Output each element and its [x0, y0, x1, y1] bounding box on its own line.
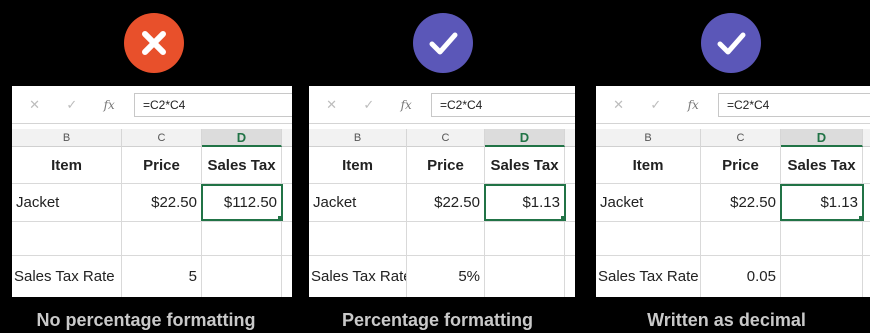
price-cell[interactable]: $22.50 — [122, 184, 202, 221]
header-item[interactable]: Item — [12, 147, 122, 183]
table-row-empty — [596, 222, 870, 256]
panel-caption: Written as decimal — [647, 310, 806, 330]
item-name-cell[interactable]: Jacket — [309, 184, 407, 221]
check-icon — [701, 13, 761, 73]
insert-function-icon[interactable]: fx — [104, 98, 115, 112]
comparison-panel-decimal: ✕ ✓ fx =C2*C4 B C D Item Price Sales Tax… — [583, 0, 870, 333]
column-header-b[interactable]: B — [309, 129, 407, 147]
column-header-b[interactable]: B — [12, 129, 122, 147]
table-row-headers: Item Price Sales Tax — [309, 147, 575, 184]
sales-tax-cell-selected[interactable]: $1.13 — [780, 184, 864, 221]
spreadsheet-window: ✕ ✓ fx =C2*C4 B C D Item Price Sales Tax… — [596, 86, 870, 297]
enter-icon[interactable]: ✓ — [363, 97, 374, 113]
column-header-c[interactable]: C — [407, 129, 485, 147]
empty-cell[interactable] — [781, 256, 863, 297]
empty-cell[interactable] — [781, 222, 863, 255]
table-row-empty — [12, 222, 292, 256]
empty-cell[interactable] — [12, 222, 122, 255]
tax-rate-value-cell[interactable]: 0.05 — [701, 256, 781, 297]
tax-rate-value-cell[interactable]: 5 — [122, 256, 202, 297]
table-row-headers: Item Price Sales Tax — [596, 147, 870, 184]
formula-bar: ✕ ✓ fx =C2*C4 — [596, 86, 870, 124]
sales-tax-cell-selected[interactable]: $1.13 — [484, 184, 566, 221]
tax-rate-label-cell[interactable]: Sales Tax Rate — [596, 256, 701, 297]
empty-cell[interactable] — [122, 222, 202, 255]
comparison-panel-no-formatting: ✕ ✓ fx =C2*C4 B C D Item Price Sales Tax… — [0, 0, 292, 333]
panel-caption: Percentage formatting — [341, 310, 534, 330]
cancel-icon[interactable]: ✕ — [326, 97, 337, 113]
table-row-item: Jacket $22.50 $1.13 — [596, 184, 870, 222]
item-name-cell[interactable]: Jacket — [596, 184, 701, 221]
enter-icon[interactable]: ✓ — [66, 97, 77, 113]
column-header-b[interactable]: B — [596, 129, 701, 147]
column-header-d[interactable]: D — [781, 129, 863, 147]
column-headers: B C D — [309, 129, 575, 147]
insert-function-icon[interactable]: fx — [688, 98, 699, 112]
check-icon — [413, 13, 473, 73]
empty-cell[interactable] — [309, 222, 407, 255]
header-sales-tax[interactable]: Sales Tax — [202, 147, 282, 183]
column-header-c[interactable]: C — [122, 129, 202, 147]
column-headers: B C D — [12, 129, 292, 147]
table-row-tax-rate: Sales Tax Rate 0.05 — [596, 256, 870, 297]
spreadsheet-window: ✕ ✓ fx =C2*C4 B C D Item Price Sales Tax… — [309, 86, 575, 297]
column-headers: B C D — [596, 129, 870, 147]
header-sales-tax[interactable]: Sales Tax — [485, 147, 565, 183]
formula-input[interactable]: =C2*C4 — [134, 93, 292, 117]
price-cell[interactable]: $22.50 — [407, 184, 485, 221]
x-icon — [124, 13, 184, 73]
comparison-panel-percentage: ✕ ✓ fx =C2*C4 B C D Item Price Sales Tax… — [292, 0, 583, 333]
tax-rate-value-cell[interactable]: 5% — [407, 256, 485, 297]
table-row-empty — [309, 222, 575, 256]
empty-cell[interactable] — [485, 222, 565, 255]
table-row-item: Jacket $22.50 $112.50 — [12, 184, 292, 222]
column-header-d[interactable]: D — [202, 129, 282, 147]
header-item[interactable]: Item — [596, 147, 701, 183]
header-price[interactable]: Price — [407, 147, 485, 183]
cancel-icon[interactable]: ✕ — [613, 97, 624, 113]
formula-input[interactable]: =C2*C4 — [431, 93, 575, 117]
header-price[interactable]: Price — [701, 147, 781, 183]
empty-cell[interactable] — [701, 222, 781, 255]
column-header-d[interactable]: D — [485, 129, 565, 147]
header-item[interactable]: Item — [309, 147, 407, 183]
formula-bar: ✕ ✓ fx =C2*C4 — [12, 86, 292, 124]
enter-icon[interactable]: ✓ — [650, 97, 661, 113]
spreadsheet-window: ✕ ✓ fx =C2*C4 B C D Item Price Sales Tax… — [12, 86, 292, 297]
table-row-headers: Item Price Sales Tax — [12, 147, 292, 184]
empty-cell[interactable] — [202, 256, 282, 297]
insert-function-icon[interactable]: fx — [401, 98, 412, 112]
empty-cell[interactable] — [407, 222, 485, 255]
sales-tax-cell-selected[interactable]: $112.50 — [201, 184, 283, 221]
table-row-tax-rate: Sales Tax Rate 5% — [309, 256, 575, 297]
tax-rate-label-cell[interactable]: Sales Tax Rate — [309, 256, 407, 297]
panel-caption: No percentage formatting — [36, 310, 256, 330]
cancel-icon[interactable]: ✕ — [29, 97, 40, 113]
empty-cell[interactable] — [596, 222, 701, 255]
formula-input[interactable]: =C2*C4 — [718, 93, 870, 117]
table-row-item: Jacket $22.50 $1.13 — [309, 184, 575, 222]
header-sales-tax[interactable]: Sales Tax — [781, 147, 863, 183]
empty-cell[interactable] — [485, 256, 565, 297]
table-row-tax-rate: Sales Tax Rate 5 — [12, 256, 292, 297]
tax-rate-label-cell[interactable]: Sales Tax Rate — [12, 256, 122, 297]
column-header-c[interactable]: C — [701, 129, 781, 147]
empty-cell[interactable] — [202, 222, 282, 255]
header-price[interactable]: Price — [122, 147, 202, 183]
formula-bar: ✕ ✓ fx =C2*C4 — [309, 86, 575, 124]
item-name-cell[interactable]: Jacket — [12, 184, 122, 221]
price-cell[interactable]: $22.50 — [701, 184, 781, 221]
